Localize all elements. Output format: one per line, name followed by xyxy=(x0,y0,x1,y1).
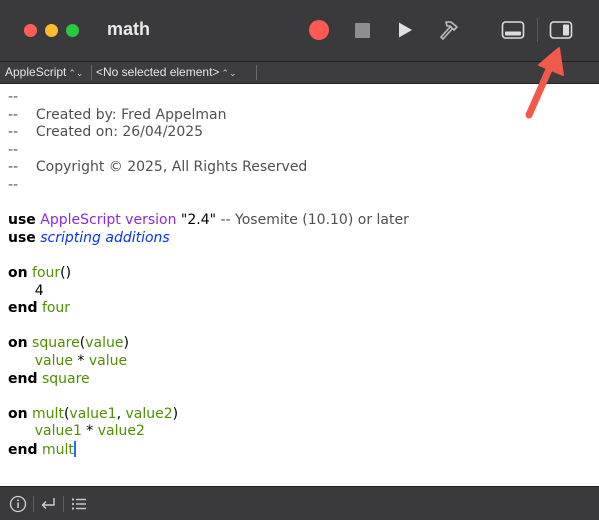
code-token: use xyxy=(8,229,36,246)
bottom-divider xyxy=(63,496,64,512)
code-token: -- xyxy=(8,141,19,158)
element-label: <No selected element> xyxy=(96,65,220,79)
code-token: value1 xyxy=(69,405,117,422)
code-token: on xyxy=(8,264,28,281)
zoom-button[interactable] xyxy=(66,24,79,37)
code-line[interactable]: -- xyxy=(8,177,18,193)
code-token: mult xyxy=(41,441,74,458)
record-icon xyxy=(309,20,329,40)
navigator-bar: AppleScript ⌃⌄ <No selected element> ⌃⌄ xyxy=(0,62,599,84)
code-line[interactable]: use AppleScript version "2.4" -- Yosemit… xyxy=(8,212,409,228)
code-token: -- Yosemite (10.10) or later xyxy=(216,212,409,229)
code-token: value xyxy=(88,352,128,369)
info-icon xyxy=(9,495,27,513)
bottom-divider xyxy=(33,496,34,512)
script-editor[interactable]: -- -- Created by: Fred Appelman -- Creat… xyxy=(0,84,599,486)
toolbar-divider xyxy=(537,18,538,42)
element-popup[interactable]: <No selected element> ⌃⌄ xyxy=(96,65,237,79)
code-token: * xyxy=(81,423,98,440)
code-token: ) xyxy=(123,335,129,352)
code-token: -- Copyright © 2025, All Rights Reserved xyxy=(8,159,308,176)
code-line[interactable]: use scripting additions xyxy=(8,230,170,246)
code-token: on xyxy=(8,405,28,422)
description-button[interactable] xyxy=(8,494,28,514)
code-token: value xyxy=(34,352,73,369)
show-sidebar-button[interactable] xyxy=(548,17,574,43)
code-token: use xyxy=(8,212,36,229)
code-line[interactable]: end square xyxy=(8,371,90,387)
code-line[interactable]: value1 * value2 xyxy=(8,423,145,439)
language-label: AppleScript xyxy=(5,65,67,79)
code-line[interactable]: -- Created on: 26/04/2025 xyxy=(8,124,203,140)
code-line[interactable]: 4 xyxy=(8,283,44,299)
return-icon xyxy=(41,498,55,509)
code-line[interactable]: on square(value) xyxy=(8,335,129,351)
language-popup[interactable]: AppleScript ⌃⌄ xyxy=(5,65,83,79)
code-token: AppleScript xyxy=(40,212,121,229)
text-cursor xyxy=(73,440,76,457)
code-token: -- xyxy=(8,176,19,193)
script-editor-window: math AppleScript ⌃⌄ <No selected element… xyxy=(0,0,599,520)
bottom-panel-icon xyxy=(501,21,525,39)
code-token: square xyxy=(32,335,80,352)
script-text[interactable]: -- -- Created by: Fred Appelman -- Creat… xyxy=(8,89,409,459)
list-icon xyxy=(71,498,86,510)
code-token: square xyxy=(41,370,90,387)
code-line[interactable]: -- Created by: Fred Appelman xyxy=(8,107,226,123)
log-button[interactable] xyxy=(69,494,89,514)
code-line[interactable]: end mult xyxy=(8,440,76,458)
code-token: -- xyxy=(8,89,19,105)
code-token: mult xyxy=(32,405,64,422)
code-token: end xyxy=(8,441,38,458)
code-token: value2 xyxy=(97,423,145,440)
nav-divider xyxy=(91,65,92,80)
code-token: version xyxy=(125,212,177,229)
code-line[interactable]: -- xyxy=(8,89,18,105)
result-button[interactable] xyxy=(38,494,58,514)
code-line[interactable]: -- Copyright © 2025, All Rights Reserved xyxy=(8,159,307,175)
code-token: 4 xyxy=(8,282,44,299)
code-token: four xyxy=(41,300,71,317)
run-button[interactable] xyxy=(392,17,418,43)
stop-button[interactable] xyxy=(349,17,375,43)
code-token: end xyxy=(8,300,38,317)
code-line[interactable]: end four xyxy=(8,300,70,316)
compile-button[interactable] xyxy=(436,17,462,43)
code-token: on xyxy=(8,335,28,352)
code-token: value xyxy=(85,335,124,352)
nav-divider xyxy=(256,65,257,80)
show-log-button[interactable] xyxy=(500,17,526,43)
sidebar-panel-icon xyxy=(549,21,573,39)
code-token: -- Created by: Fred Appelman xyxy=(8,106,227,123)
code-token: value1 xyxy=(34,423,82,440)
code-token: value2 xyxy=(125,405,173,422)
hammer-icon xyxy=(440,21,458,40)
code-line[interactable]: on four() xyxy=(8,265,71,281)
title-bar: math xyxy=(0,0,599,62)
stop-icon xyxy=(354,22,370,38)
code-token: end xyxy=(8,370,38,387)
updown-chevron-icon: ⌃⌄ xyxy=(221,68,237,78)
code-token: "2.4" xyxy=(176,212,217,229)
window-title: math xyxy=(107,19,151,39)
minimize-button[interactable] xyxy=(45,24,58,37)
code-line[interactable]: -- xyxy=(8,142,18,158)
code-line[interactable]: on mult(value1, value2) xyxy=(8,406,178,422)
code-token: four xyxy=(32,264,61,281)
code-token: ) xyxy=(172,405,179,422)
code-line[interactable]: value * value xyxy=(8,353,127,369)
close-button[interactable] xyxy=(24,24,37,37)
updown-chevron-icon: ⌃⌄ xyxy=(68,68,84,78)
code-token: () xyxy=(60,264,72,281)
code-token: * xyxy=(72,352,89,369)
code-token: scripting additions xyxy=(40,229,170,246)
bottom-bar xyxy=(0,486,599,520)
play-icon xyxy=(399,22,412,38)
code-token: -- Created on: 26/04/2025 xyxy=(8,124,204,141)
record-button[interactable] xyxy=(306,17,332,43)
